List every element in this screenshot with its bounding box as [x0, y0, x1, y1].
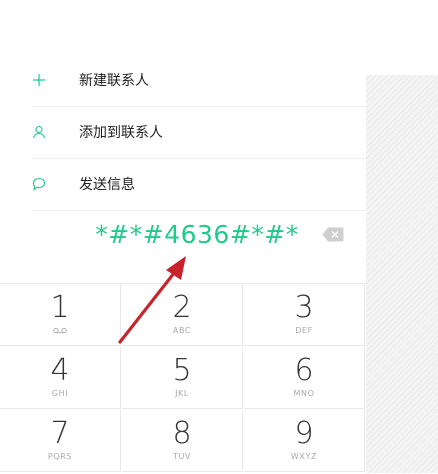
- menu-item-label: 添加到联系人: [79, 125, 163, 141]
- menu-item-add-to-contact[interactable]: 添加到联系人: [32, 106, 366, 159]
- menu-item-label: 发送信息: [79, 177, 135, 193]
- key-letters: MNO: [293, 389, 315, 398]
- key-9[interactable]: 9 WXYZ: [244, 410, 365, 472]
- key-digit: 8: [172, 416, 192, 451]
- person-icon: [32, 125, 46, 139]
- key-letters: JKL: [175, 389, 189, 398]
- key-4[interactable]: 4 GHI: [0, 347, 121, 409]
- key-letters: TUV: [172, 452, 191, 461]
- menu-item-new-contact[interactable]: 新建联系人: [32, 54, 366, 107]
- key-digit: 3: [294, 290, 314, 325]
- key-5[interactable]: 5 JKL: [122, 347, 243, 409]
- key-digit: 1: [50, 290, 70, 325]
- key-7[interactable]: 7 PQRS: [0, 410, 121, 472]
- background-hatch: [366, 75, 438, 473]
- key-3[interactable]: 3 DEF: [244, 284, 365, 346]
- menu-item-label: 新建联系人: [79, 73, 149, 89]
- key-2[interactable]: 2 ABC: [122, 284, 243, 346]
- key-letters: ABC: [172, 326, 192, 335]
- key-digit: 2: [172, 290, 192, 325]
- key-6[interactable]: 6 MNO: [244, 347, 365, 409]
- key-1[interactable]: 1: [0, 284, 121, 346]
- key-digit: 9: [294, 416, 314, 451]
- plus-icon: [32, 73, 46, 87]
- menu-item-send-message[interactable]: 发送信息: [32, 158, 366, 211]
- key-digit: 7: [50, 416, 70, 451]
- key-digit: 6: [294, 353, 314, 388]
- key-digit: 5: [172, 353, 192, 388]
- key-digit: 4: [50, 353, 70, 388]
- chat-bubble-icon: [32, 177, 46, 191]
- voicemail-icon: [0, 327, 120, 334]
- key-letters: GHI: [51, 389, 69, 398]
- backspace-icon[interactable]: [322, 227, 344, 242]
- key-8[interactable]: 8 TUV: [122, 410, 243, 472]
- key-letters: WXYZ: [290, 452, 318, 461]
- dialed-number[interactable]: *#*#4636#*#*: [92, 218, 302, 252]
- key-letters: PQRS: [47, 452, 73, 461]
- dial-keypad: 1 2 ABC 3 DEF 4 GHI 5 JKL 6 MNO 7 PQRS 8…: [0, 283, 366, 474]
- key-letters: DEF: [295, 326, 313, 335]
